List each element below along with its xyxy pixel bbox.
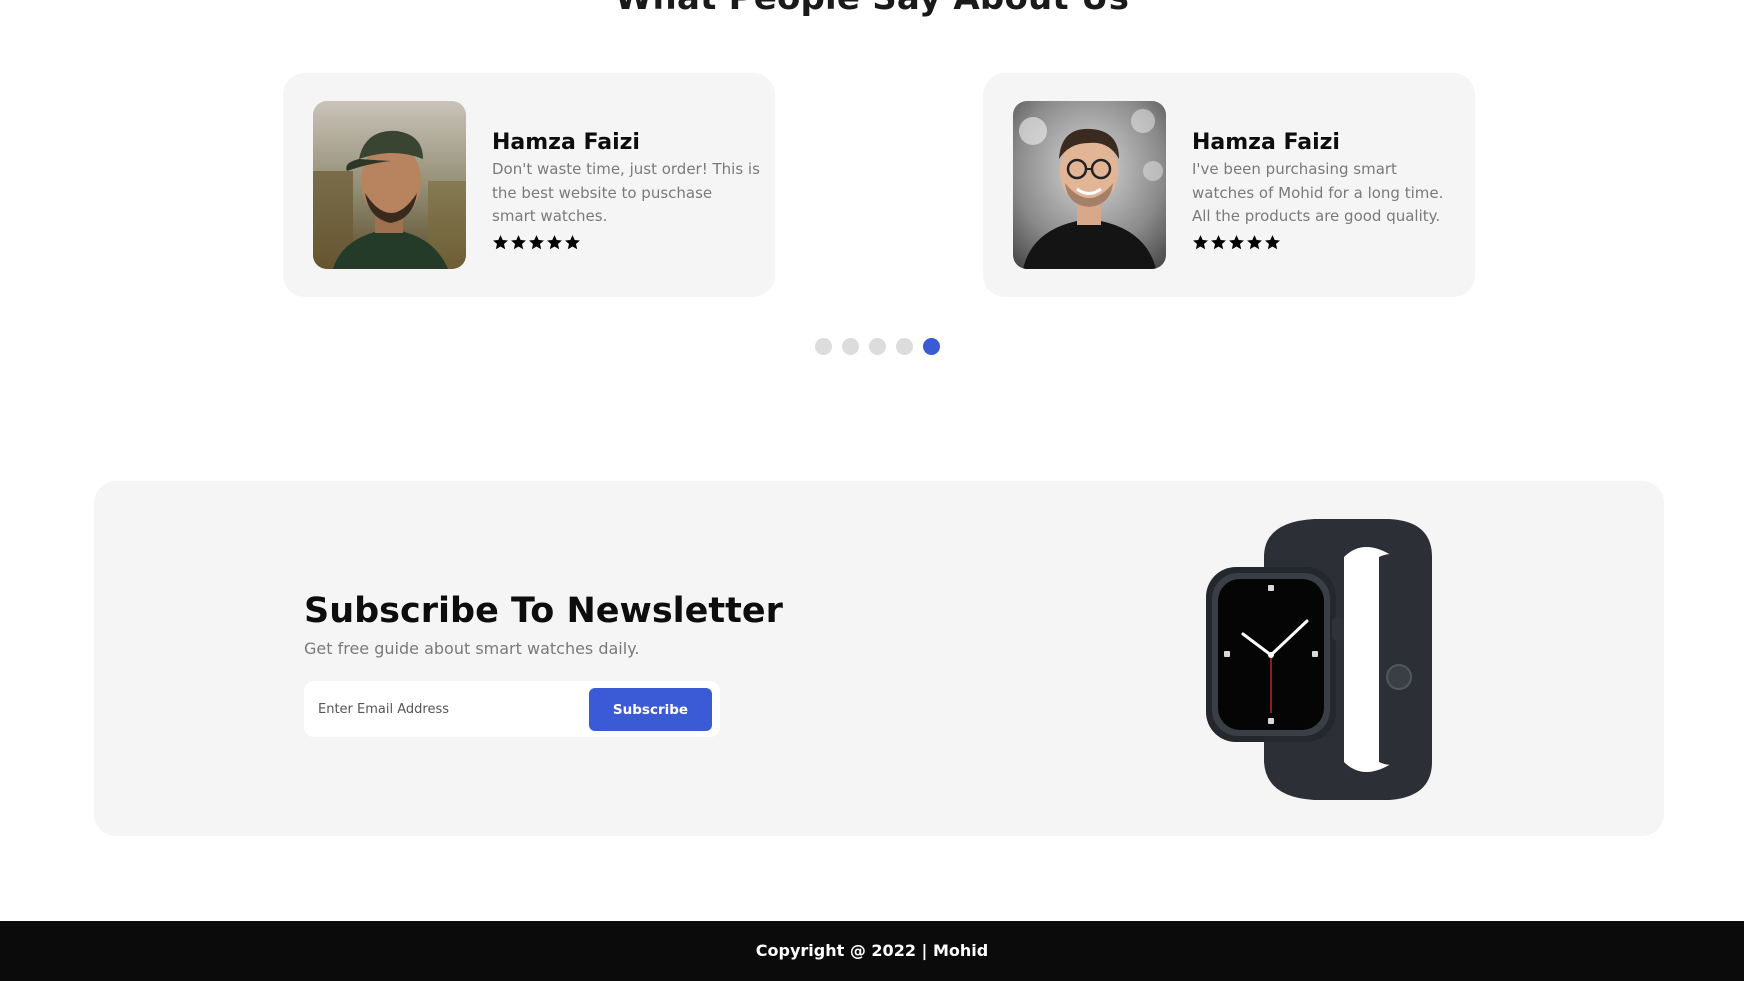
copyright-text: Copyright @ 2022 | Mohid <box>755 941 989 960</box>
star-icon <box>1247 234 1262 249</box>
review-text: Don't waste time, just order! This is th… <box>492 160 760 225</box>
star-icon <box>565 234 580 249</box>
newsletter-title: Subscribe To Newsletter <box>304 591 783 631</box>
star-rating <box>492 234 760 254</box>
star-icon <box>1265 234 1280 249</box>
newsletter-form: Subscribe <box>304 681 720 737</box>
footer: Copyright @ 2022 | Mohid <box>0 921 1744 981</box>
testimonial-card: Hamza Faizi I've been purchasing smart w… <box>983 73 1475 297</box>
smart-watch-image <box>1194 517 1464 802</box>
carousel-dot-active[interactable] <box>923 338 940 355</box>
newsletter-section: Subscribe To Newsletter Get free guide a… <box>94 481 1664 836</box>
reviewer-name: Hamza Faizi <box>492 130 640 155</box>
star-icon <box>529 234 544 249</box>
subscribe-button[interactable]: Subscribe <box>589 688 712 731</box>
carousel-dot[interactable] <box>842 338 859 355</box>
carousel-dot[interactable] <box>869 338 886 355</box>
star-icon <box>1211 234 1226 249</box>
star-icon <box>547 234 562 249</box>
star-icon <box>511 234 526 249</box>
section-title: What People Say About Us <box>0 0 1744 18</box>
email-input[interactable] <box>318 689 578 729</box>
testimonial-body: Hamza Faizi I've been purchasing smart w… <box>1192 129 1460 254</box>
review-text: I've been purchasing smart watches of Mo… <box>1192 160 1444 225</box>
avatar <box>1013 101 1166 269</box>
star-icon <box>493 234 508 249</box>
testimonial-card: Hamza Faizi Don't waste time, just order… <box>283 73 775 297</box>
carousel-dot[interactable] <box>896 338 913 355</box>
avatar <box>313 101 466 269</box>
star-rating <box>1192 234 1460 254</box>
star-icon <box>1193 234 1208 249</box>
newsletter-subtitle: Get free guide about smart watches daily… <box>304 639 640 658</box>
carousel-dot[interactable] <box>815 338 832 355</box>
star-icon <box>1229 234 1244 249</box>
page: What People Say About Us <box>0 0 1744 981</box>
reviewer-name: Hamza Faizi <box>1192 130 1340 155</box>
testimonial-body: Hamza Faizi Don't waste time, just order… <box>492 129 760 254</box>
carousel-dots <box>815 338 940 355</box>
